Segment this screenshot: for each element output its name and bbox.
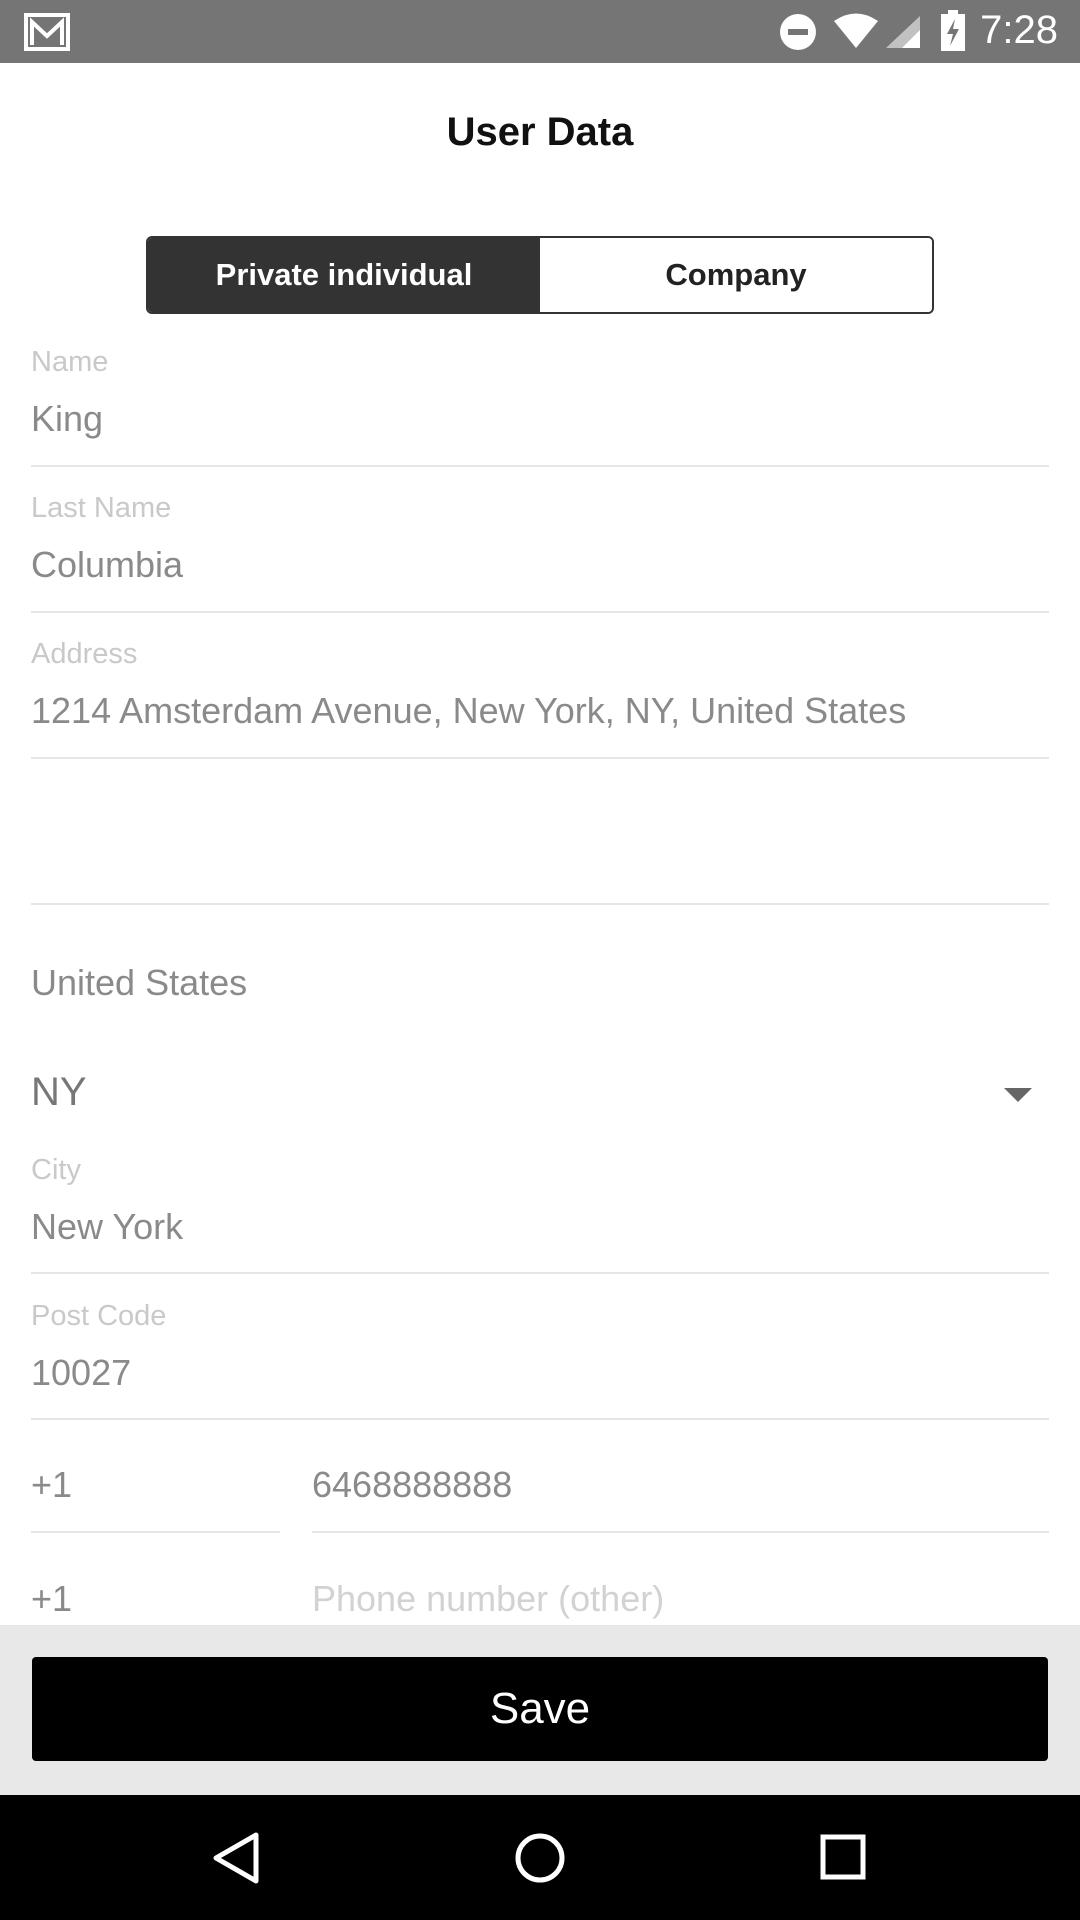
address-field[interactable]: Address 1214 Amsterdam Avenue, New York,… [31, 632, 1049, 762]
post-code-underline [31, 1418, 1049, 1420]
phone-row: +1 6468888888 [0, 1440, 1080, 1533]
phone-other-prefix[interactable]: +1 [31, 1578, 72, 1620]
chevron-down-icon [1004, 1088, 1032, 1102]
phone-other-row: +1 Phone number (other) [0, 1554, 1080, 1624]
city-value[interactable]: New York [31, 1206, 183, 1248]
phone-other-input[interactable]: Phone number (other) [312, 1578, 664, 1620]
address-underline [31, 757, 1049, 759]
battery-charging-icon [940, 10, 966, 57]
name-label: Name [31, 346, 109, 378]
country-value[interactable]: United States [31, 962, 247, 1004]
customer-type-segment: Private individual Company [146, 236, 934, 314]
phone-number-underline [312, 1531, 1049, 1533]
last-name-underline [31, 611, 1049, 613]
city-underline [31, 1272, 1049, 1274]
state-value: NY [31, 1070, 87, 1114]
page-title: User Data [446, 110, 634, 154]
segment-company[interactable]: Company [540, 238, 932, 312]
post-code-value[interactable]: 10027 [31, 1352, 131, 1394]
recents-icon[interactable] [819, 1833, 867, 1886]
phone-prefix-underline [31, 1531, 280, 1533]
address-label: Address [31, 638, 138, 670]
post-code-field[interactable]: Post Code 10027 [31, 1294, 1049, 1424]
save-button[interactable]: Save [32, 1657, 1048, 1761]
do-not-disturb-icon [778, 12, 818, 57]
clock-time: 7:28 [980, 8, 1058, 52]
address-value[interactable]: 1214 Amsterdam Avenue, New York, NY, Uni… [31, 690, 906, 732]
name-underline [31, 465, 1049, 467]
city-label: City [31, 1154, 81, 1186]
phone-prefix[interactable]: +1 [31, 1464, 72, 1506]
city-field[interactable]: City New York [31, 1148, 1049, 1278]
post-code-label: Post Code [31, 1300, 167, 1332]
signal-icon [884, 14, 922, 55]
segment-private-individual[interactable]: Private individual [148, 238, 540, 312]
name-value[interactable]: King [31, 398, 103, 440]
last-name-value[interactable]: Columbia [31, 544, 183, 586]
address-line2-underline [31, 903, 1049, 905]
status-bar: 7:28 [0, 0, 1080, 63]
gmail-icon [24, 12, 70, 57]
home-icon[interactable] [513, 1831, 567, 1890]
last-name-label: Last Name [31, 492, 172, 524]
name-field[interactable]: Name King [31, 340, 1049, 470]
state-dropdown[interactable]: NY [0, 1060, 1080, 1126]
phone-number-input[interactable]: 6468888888 [312, 1464, 512, 1506]
wifi-icon [832, 12, 880, 55]
back-icon[interactable] [212, 1831, 260, 1890]
navigation-bar [0, 1795, 1080, 1920]
address-line2-field[interactable] [31, 770, 1049, 908]
last-name-field[interactable]: Last Name Columbia [31, 486, 1049, 616]
